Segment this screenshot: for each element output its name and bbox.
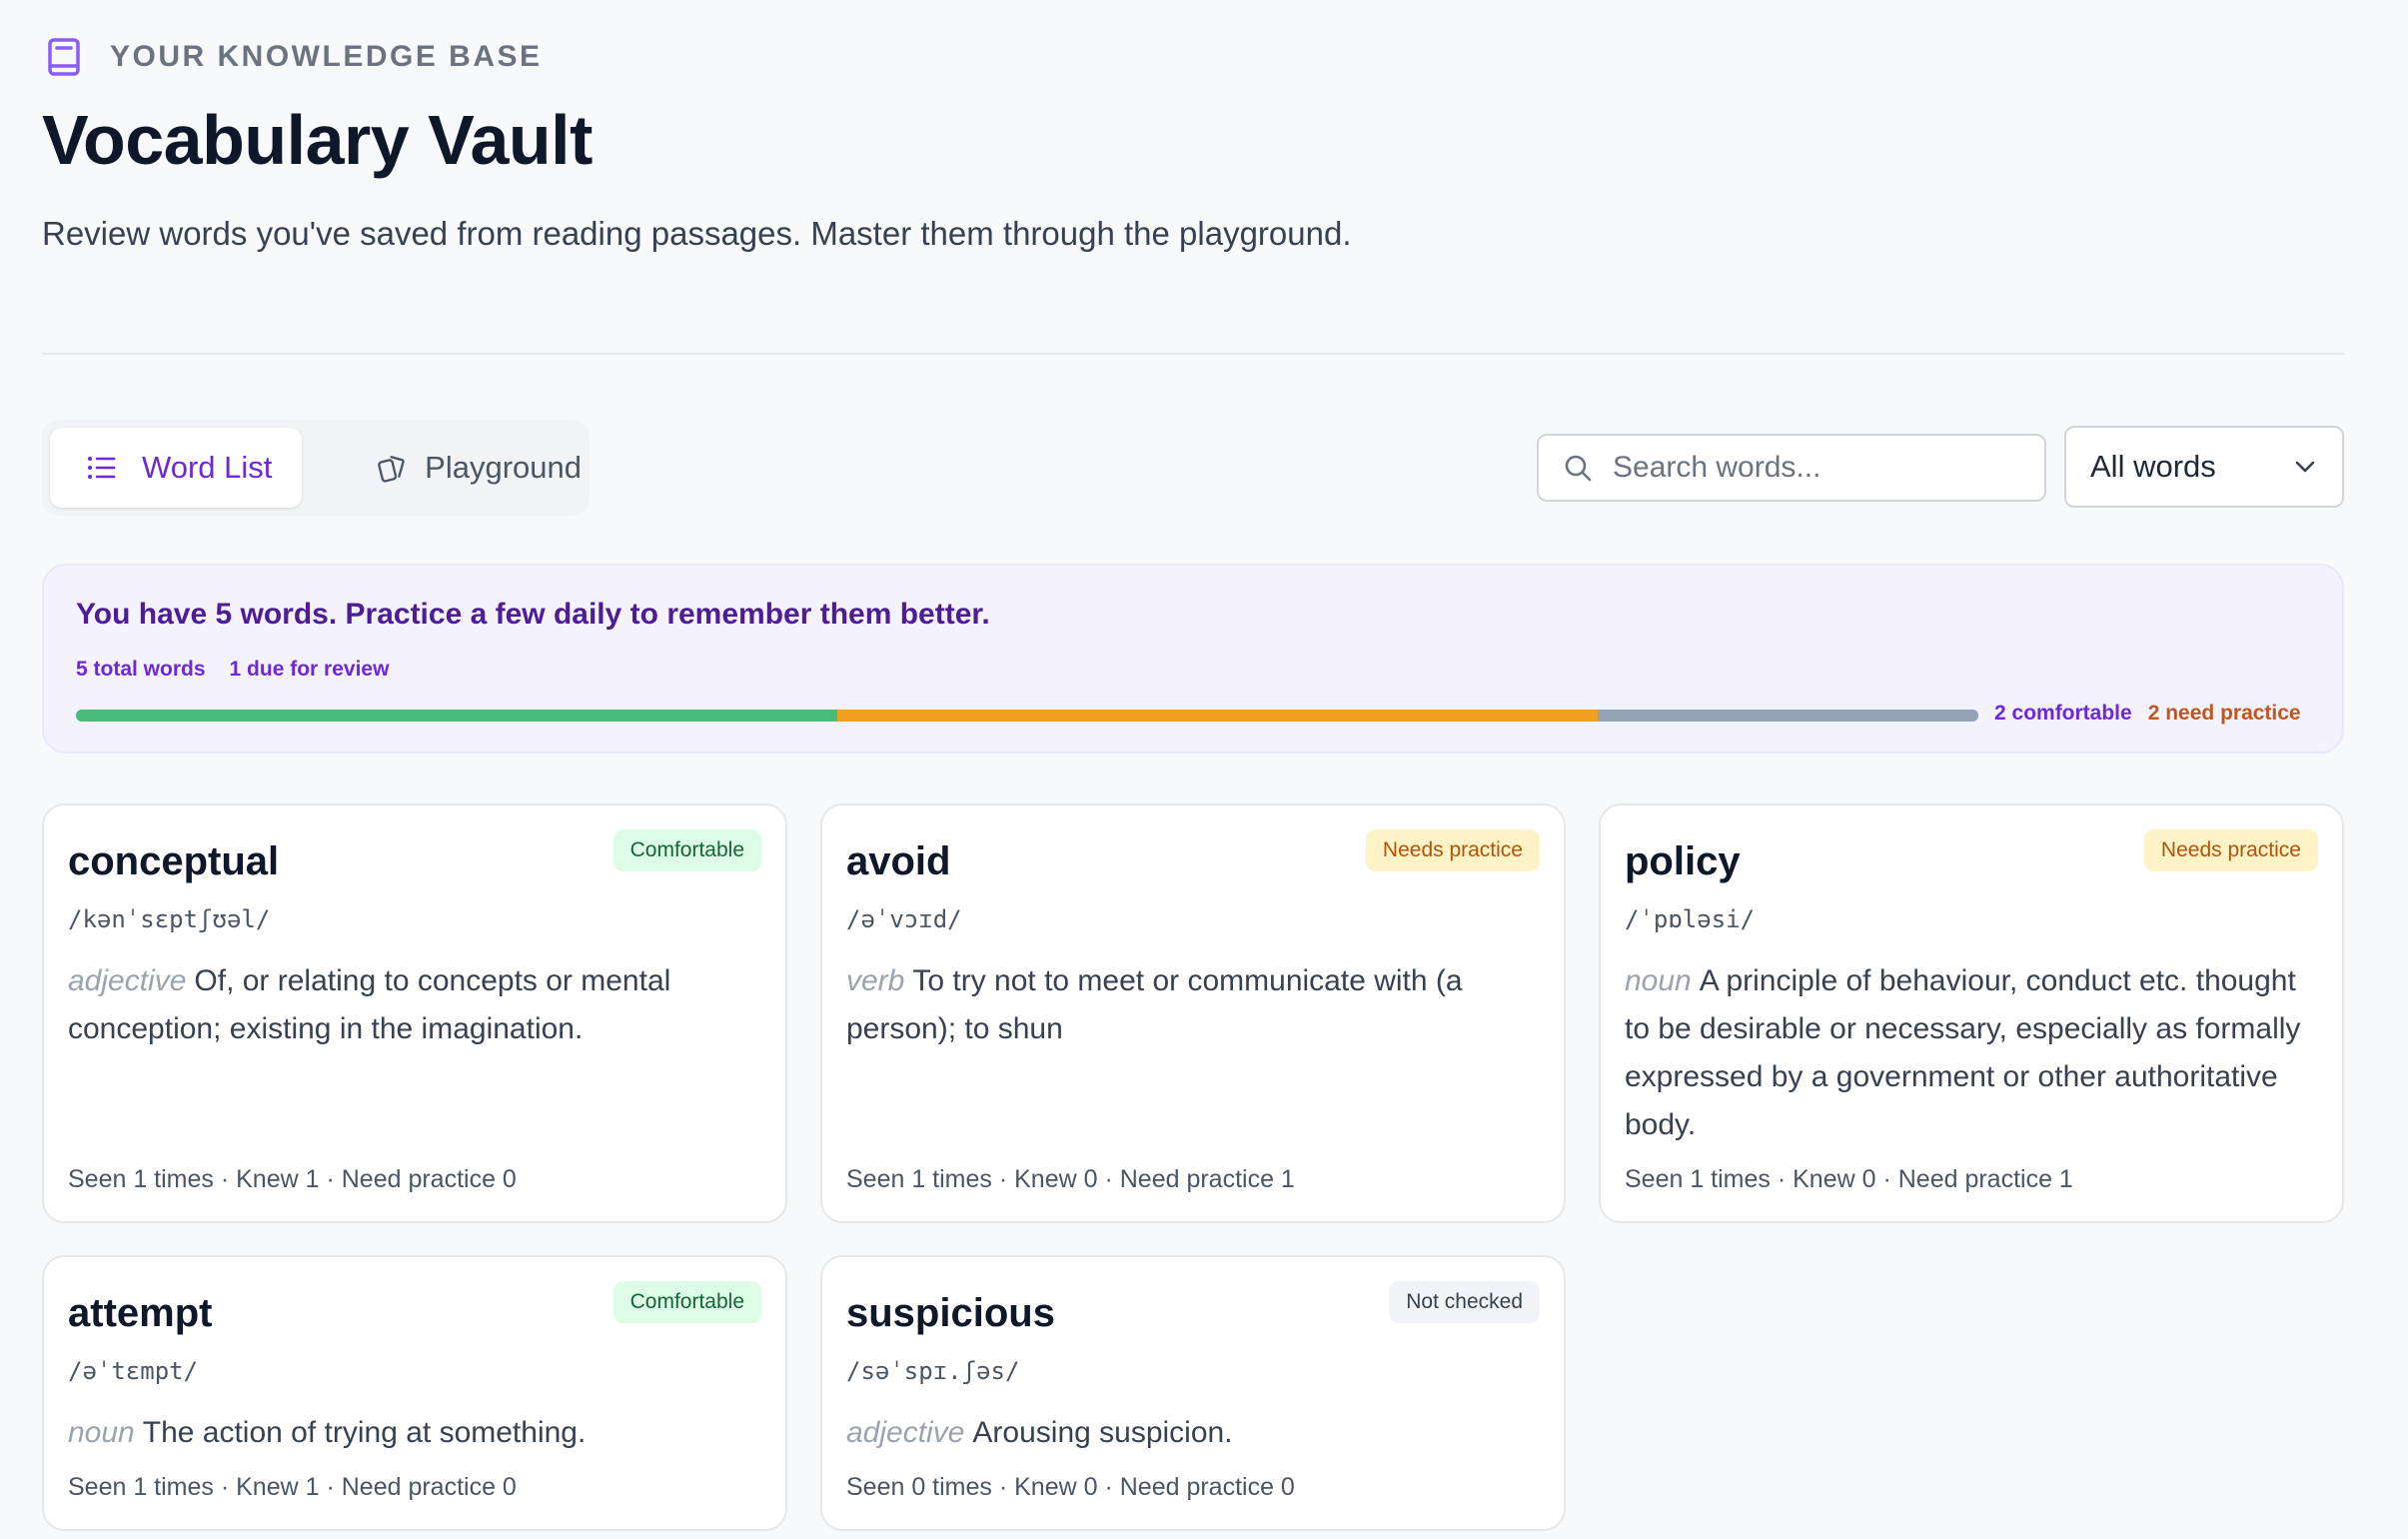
tab-word-list[interactable]: Word List bbox=[50, 428, 302, 508]
progress-bar bbox=[76, 710, 1978, 722]
word-definition: noun The action of trying at something. bbox=[68, 1409, 767, 1457]
word-pronunciation: /əˈtɛmpt/ bbox=[68, 1357, 199, 1385]
word-pronunciation: /səˈspɪ.ʃəs/ bbox=[846, 1357, 1020, 1385]
word-stats: Seen 1 times · Knew 1 · Need practice 0 bbox=[68, 1165, 517, 1193]
divider bbox=[42, 353, 1345, 355]
filter-select[interactable]: All words bbox=[2064, 426, 2344, 508]
word-stats: Seen 1 times · Knew 1 · Need practice 0 bbox=[68, 1473, 517, 1501]
definition-text: The action of trying at something. bbox=[142, 1416, 587, 1449]
tab-label: Playground bbox=[425, 450, 582, 485]
word-stats: Seen 0 times · Knew 0 · Need practice 0 bbox=[846, 1473, 1295, 1501]
word-definition: adjective Arousing suspicion. bbox=[846, 1409, 1546, 1457]
word-card[interactable]: conceptual Comfortable /kənˈsɛptʃʊəl/ ad… bbox=[42, 803, 787, 1223]
word-title: attempt bbox=[68, 1291, 213, 1335]
word-definition: adjective Of, or relating to concepts or … bbox=[68, 957, 767, 1053]
vocabulary-vault-page: YOUR KNOWLEDGE BASE Vocabulary Vault Rev… bbox=[0, 0, 2408, 1539]
word-title: avoid bbox=[846, 839, 951, 883]
search-box[interactable] bbox=[1537, 434, 2046, 502]
word-card[interactable]: policy Needs practice /ˈpɒləsi/ noun A pr… bbox=[1599, 803, 2344, 1223]
tab-label: Word List bbox=[142, 450, 273, 485]
word-card[interactable]: attempt Comfortable /əˈtɛmpt/ noun The ac… bbox=[42, 1255, 787, 1531]
word-title: suspicious bbox=[846, 1291, 1055, 1335]
word-stats: Seen 1 times · Knew 0 · Need practice 1 bbox=[846, 1165, 1295, 1193]
cards-icon bbox=[378, 456, 405, 483]
progress-legend: 2 comfortable 2 need practice bbox=[1994, 702, 2301, 726]
search-icon bbox=[1565, 455, 1592, 482]
legend-needs-practice: 2 need practice bbox=[2147, 702, 2301, 725]
word-pronunciation: /ˈpɒləsi/ bbox=[1625, 905, 1756, 933]
book-icon bbox=[48, 38, 80, 76]
word-card[interactable]: suspicious Not checked /səˈspɪ.ʃəs/ adje… bbox=[820, 1255, 1566, 1531]
status-badge: Comfortable bbox=[612, 829, 761, 871]
part-of-speech: noun bbox=[68, 1416, 135, 1449]
page-title: Vocabulary Vault bbox=[42, 101, 593, 179]
page-subtitle: Review words you've saved from reading p… bbox=[42, 215, 1352, 252]
search-input[interactable] bbox=[1613, 451, 2032, 485]
status-badge: Needs practice bbox=[2143, 829, 2318, 871]
part-of-speech: adjective bbox=[68, 964, 187, 997]
legend-comfortable: 2 comfortable bbox=[1994, 702, 2132, 725]
progress-comfortable bbox=[76, 710, 837, 722]
word-title: conceptual bbox=[68, 839, 280, 883]
tab-playground[interactable]: Playground bbox=[332, 428, 582, 508]
status-badge: Comfortable bbox=[612, 1281, 761, 1323]
divider bbox=[1345, 353, 2344, 355]
word-card[interactable]: avoid Needs practice /əˈvɔɪd/ verb To try… bbox=[820, 803, 1566, 1223]
word-title: policy bbox=[1625, 839, 1741, 883]
part-of-speech: verb bbox=[846, 964, 905, 997]
eyebrow-text: YOUR KNOWLEDGE BASE bbox=[110, 40, 543, 73]
definition-text: Arousing suspicion. bbox=[972, 1416, 1233, 1449]
word-pronunciation: /kənˈsɛptʃʊəl/ bbox=[68, 905, 271, 933]
total-words: 5 total words bbox=[76, 658, 206, 681]
part-of-speech: adjective bbox=[846, 1416, 965, 1449]
progress-needs-practice bbox=[836, 710, 1599, 722]
definition-text: To try not to meet or communicate with (… bbox=[846, 964, 1463, 1045]
due-for-review: 1 due for review bbox=[229, 658, 390, 681]
summary-banner: You have 5 words. Practice a few daily t… bbox=[42, 564, 2344, 754]
summary-message: You have 5 words. Practice a few daily t… bbox=[76, 598, 990, 631]
eyebrow: YOUR KNOWLEDGE BASE bbox=[44, 36, 543, 78]
part-of-speech: noun bbox=[1625, 964, 1692, 997]
list-icon bbox=[88, 457, 116, 479]
definition-text: A principle of behaviour, conduct etc. t… bbox=[1625, 964, 2301, 1141]
chevron-down-icon bbox=[2295, 461, 2315, 473]
view-tabs: Word List Playground bbox=[42, 420, 590, 516]
status-badge: Not checked bbox=[1389, 1281, 1540, 1323]
word-pronunciation: /əˈvɔɪd/ bbox=[846, 905, 962, 933]
word-stats: Seen 1 times · Knew 0 · Need practice 1 bbox=[1625, 1165, 2073, 1193]
summary-stats: 5 total words 1 due for review bbox=[76, 658, 389, 682]
word-definition: verb To try not to meet or communicate wi… bbox=[846, 957, 1546, 1053]
status-badge: Needs practice bbox=[1365, 829, 1540, 871]
word-definition: noun A principle of behaviour, conduct et… bbox=[1625, 957, 2324, 1149]
progress-not-checked bbox=[1598, 710, 1978, 722]
filter-selected: All words bbox=[2090, 449, 2216, 484]
